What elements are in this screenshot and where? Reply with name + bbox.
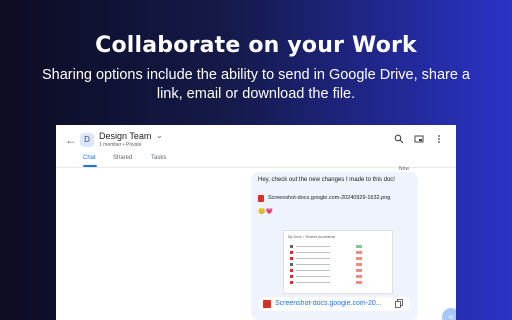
tab-shared[interactable]: Shared [113,155,132,161]
header-divider [56,167,456,168]
copy-icon[interactable] [395,299,403,308]
file-card[interactable]: Screenshot-docs.google.com-20... [258,297,410,311]
preview-row [290,269,380,272]
room-meta: 1 member • Private [99,142,142,148]
more-vert-icon[interactable] [434,134,444,144]
chat-window: ← D Design Team ⌄ 1 member • Private Cha… [56,125,456,320]
arrow-back-icon[interactable]: ← [65,133,77,147]
message-bubble: Hey, check out the new changes I made to… [251,172,418,320]
image-file-icon [258,195,264,202]
file-card-name[interactable]: Screenshot-docs.google.com-20... [275,300,387,307]
page-headline: Collaborate on your Work [95,33,417,58]
preview-row [290,257,380,260]
attachment-name[interactable]: Screenshot-docs.google.com-20240929-1632… [268,195,390,201]
room-name[interactable]: Design Team [99,131,151,141]
tab-chat[interactable]: Chat [83,155,96,161]
reactions[interactable]: 😊💗 [258,208,273,215]
page-subheadline: Sharing options include the ability to s… [41,67,470,102]
preview-row [290,245,380,248]
preview-row [290,275,380,278]
preview-row [290,281,380,284]
message-text: Hey, check out the new changes I made to… [258,177,395,183]
attachment-preview-image[interactable]: My Drive > Shared documents [283,230,393,294]
preview-row [290,251,380,254]
chevron-double-left-icon[interactable]: « [442,308,456,320]
image-file-icon [263,300,271,308]
attachment-link[interactable]: Screenshot-docs.google.com-20240929-1632… [258,195,413,203]
tab-tasks[interactable]: Tasks [151,155,166,161]
chat-header: ← D Design Team ⌄ 1 member • Private [56,125,456,155]
room-avatar: D [80,133,94,147]
chevron-down-icon[interactable]: ⌄ [156,131,163,140]
picture-in-picture-icon[interactable] [414,134,424,144]
chat-tabs: Chat Shared Tasks [56,155,456,167]
preview-header: My Drive > Shared documents [288,235,336,239]
search-icon[interactable] [394,134,404,144]
preview-row [290,263,380,266]
